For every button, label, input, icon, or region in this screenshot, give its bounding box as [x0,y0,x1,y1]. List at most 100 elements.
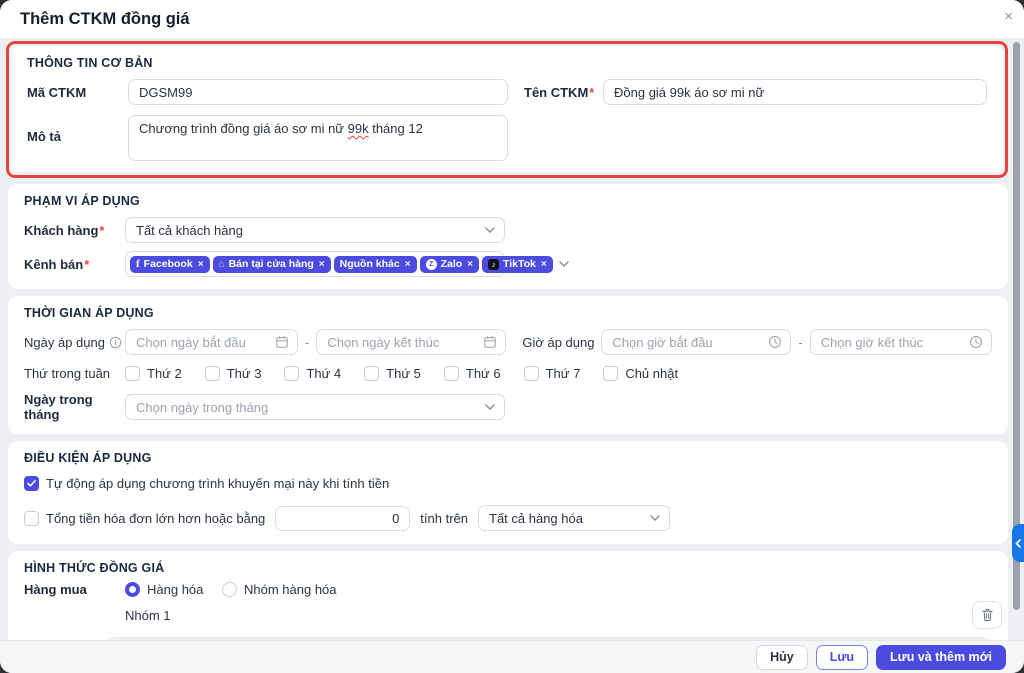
facebook-icon: f [136,259,140,270]
channel-tags: fFacebook×⌂Bán tại cửa hàng×Nguồn khác×Z… [130,256,553,273]
khach-hang-select[interactable]: Tất cả khách hàng [125,217,505,243]
calendar-icon [483,335,497,349]
weekday-label: Thứ 5 [386,366,421,381]
weekday-checkbox-item[interactable]: Chủ nhật [603,366,678,381]
weekday-checkbox-item[interactable]: Thứ 7 [524,366,581,381]
add-promotion-modal: Thêm CTKM đồng giá × THÔNG TIN CƠ BẢN Mã… [0,0,1024,673]
section-scope: PHẠM VI ÁP DỤNG Khách hàng* Tất cả khách… [8,184,1008,289]
mo-ta-textarea[interactable]: Chương trình đồng giá áo sơ mi nữ 99k th… [128,115,508,161]
ngay-trong-thang-label: Ngày trong tháng [24,392,125,422]
khach-hang-label: Khách hàng* [24,223,125,238]
radio-hang-hoa[interactable]: Hàng hóa [125,582,222,597]
side-panel-toggle[interactable] [1012,524,1024,562]
weekday-checkbox-item[interactable]: Thứ 4 [284,366,341,381]
start-time-input[interactable]: Chọn giờ bắt đầu [601,329,791,355]
channel-tag-label: Zalo [441,259,463,270]
close-icon[interactable]: × [1004,9,1013,24]
info-icon [109,336,122,349]
modal-header: Thêm CTKM đồng giá [0,0,1024,38]
delete-group-button[interactable] [972,601,1002,629]
channel-tag-label: Bán tại cửa hàng [229,259,314,270]
ngay-trong-thang-select[interactable]: Chọn ngày trong tháng [125,394,505,420]
channel-tag[interactable]: Nguồn khác × [334,256,417,273]
min-total-checkbox-item[interactable]: Tổng tiền hóa đơn lớn hơn hoặc bằng [24,511,265,526]
end-date-input[interactable]: Chọn ngày kết thúc [316,329,506,355]
channel-tag-label: Facebook [144,259,193,270]
kenh-ban-label: Kênh bán* [24,257,125,272]
channel-tag-label: Nguồn khác [340,259,400,270]
ngay-trong-thang-placeholder: Chọn ngày trong tháng [136,400,479,415]
kenh-ban-multiselect[interactable]: fFacebook×⌂Bán tại cửa hàng×Nguồn khác×Z… [125,251,505,277]
modal-title: Thêm CTKM đồng giá [20,10,190,29]
radio-selected-icon[interactable] [125,582,140,597]
section-title-basic: THÔNG TIN CƠ BẢN [11,46,1003,75]
chevron-down-icon [485,227,495,233]
remove-tag-icon[interactable]: × [405,259,411,270]
ten-ctkm-input[interactable] [603,79,987,105]
check-icon [27,480,36,487]
group-label: Nhóm 1 [125,608,171,623]
section-basic-info: THÔNG TIN CƠ BẢN Mã CTKM Tên CTKM* Mô tả… [11,46,1003,173]
weekday-label: Thứ 7 [546,366,581,381]
remove-tag-icon[interactable]: × [467,259,473,270]
cancel-button[interactable]: Hủy [756,645,808,670]
checkbox-unchecked-icon[interactable] [205,366,220,381]
channel-tag[interactable]: ♪TikTok× [482,256,553,273]
save-and-new-button[interactable]: Lưu và thêm mới [876,645,1006,670]
section-title-conditions: ĐIỀU KIỆN ÁP DỤNG [8,441,1008,470]
checkbox-unchecked-icon[interactable] [24,511,39,526]
ma-ctkm-label: Mã CTKM [27,85,128,100]
spellcheck-underline: 99k [348,121,369,136]
weekday-label: Thứ 4 [306,366,341,381]
tinh-tren-label: tính trên [420,511,468,526]
checkbox-unchecked-icon[interactable] [284,366,299,381]
checkbox-unchecked-icon[interactable] [444,366,459,381]
radio-nhom-hang-hoa[interactable]: Nhóm hàng hóa [222,582,337,597]
weekday-checkbox-item[interactable]: Thứ 6 [444,366,501,381]
min-total-input[interactable] [275,506,410,531]
remove-tag-icon[interactable]: × [319,259,325,270]
checkbox-unchecked-icon[interactable] [364,366,379,381]
channel-tag[interactable]: f Facebook × [130,256,210,273]
section-title-scope: PHẠM VI ÁP DỤNG [8,184,1008,213]
weekday-label: Thứ 6 [466,366,501,381]
chevron-down-icon [559,261,569,267]
section-conditions: ĐIỀU KIỆN ÁP DỤNG Tự động áp dụng chương… [8,441,1008,544]
weekday-checkbox-item[interactable]: Thứ 5 [364,366,421,381]
range-separator: - [305,335,309,350]
section-time: THỜI GIAN ÁP DỤNG Ngày áp dụng Chọn ngày… [8,296,1008,434]
chevron-left-icon [1015,539,1021,548]
radio-unselected-icon[interactable] [222,582,237,597]
checkbox-unchecked-icon[interactable] [603,366,618,381]
ma-ctkm-input[interactable] [128,79,508,105]
remove-tag-icon[interactable]: × [198,259,204,270]
tinh-tren-select[interactable]: Tất cả hàng hóa [478,505,670,531]
weekday-checkbox-item[interactable]: Thứ 2 [125,366,182,381]
end-time-input[interactable]: Chọn giờ kết thúc [810,329,992,355]
channel-tag[interactable]: ⌂Bán tại cửa hàng× [213,256,331,273]
ten-ctkm-label: Tên CTKM* [524,85,603,100]
start-date-input[interactable]: Chọn ngày bắt đầu [125,329,298,355]
checkbox-unchecked-icon[interactable] [125,366,140,381]
khach-hang-value: Tất cả khách hàng [136,223,479,238]
calendar-icon [275,335,289,349]
clock-icon [969,335,983,349]
modal-body: THÔNG TIN CƠ BẢN Mã CTKM Tên CTKM* Mô tả… [0,38,1024,640]
channel-tag[interactable]: Z Zalo × [420,256,479,273]
mo-ta-label: Mô tả [27,129,128,144]
zalo-icon: Z [426,259,437,270]
auto-apply-checkbox-item[interactable]: Tự động áp dụng chương trình khuyến mại … [24,476,389,491]
annotation-highlight: THÔNG TIN CƠ BẢN Mã CTKM Tên CTKM* Mô tả… [6,41,1008,178]
channel-tag-label: TikTok [503,259,536,270]
weekday-checkboxes: Thứ 2 Thứ 3 Thứ 4 Thứ 5 Thứ 6 Thứ 7 Chủ nhật [125,366,678,381]
section-title-pricing: HÌNH THỨC ĐỒNG GIÁ [8,551,1008,580]
remove-tag-icon[interactable]: × [541,259,547,270]
weekday-checkbox-item[interactable]: Thứ 3 [205,366,262,381]
save-button[interactable]: Lưu [816,645,868,670]
trash-icon [981,608,994,622]
required-mark: * [589,85,594,100]
ngay-ap-dung-label: Ngày áp dụng [24,335,125,350]
checkbox-checked-icon[interactable] [24,476,39,491]
section-title-time: THỜI GIAN ÁP DỤNG [8,296,1008,325]
checkbox-unchecked-icon[interactable] [524,366,539,381]
